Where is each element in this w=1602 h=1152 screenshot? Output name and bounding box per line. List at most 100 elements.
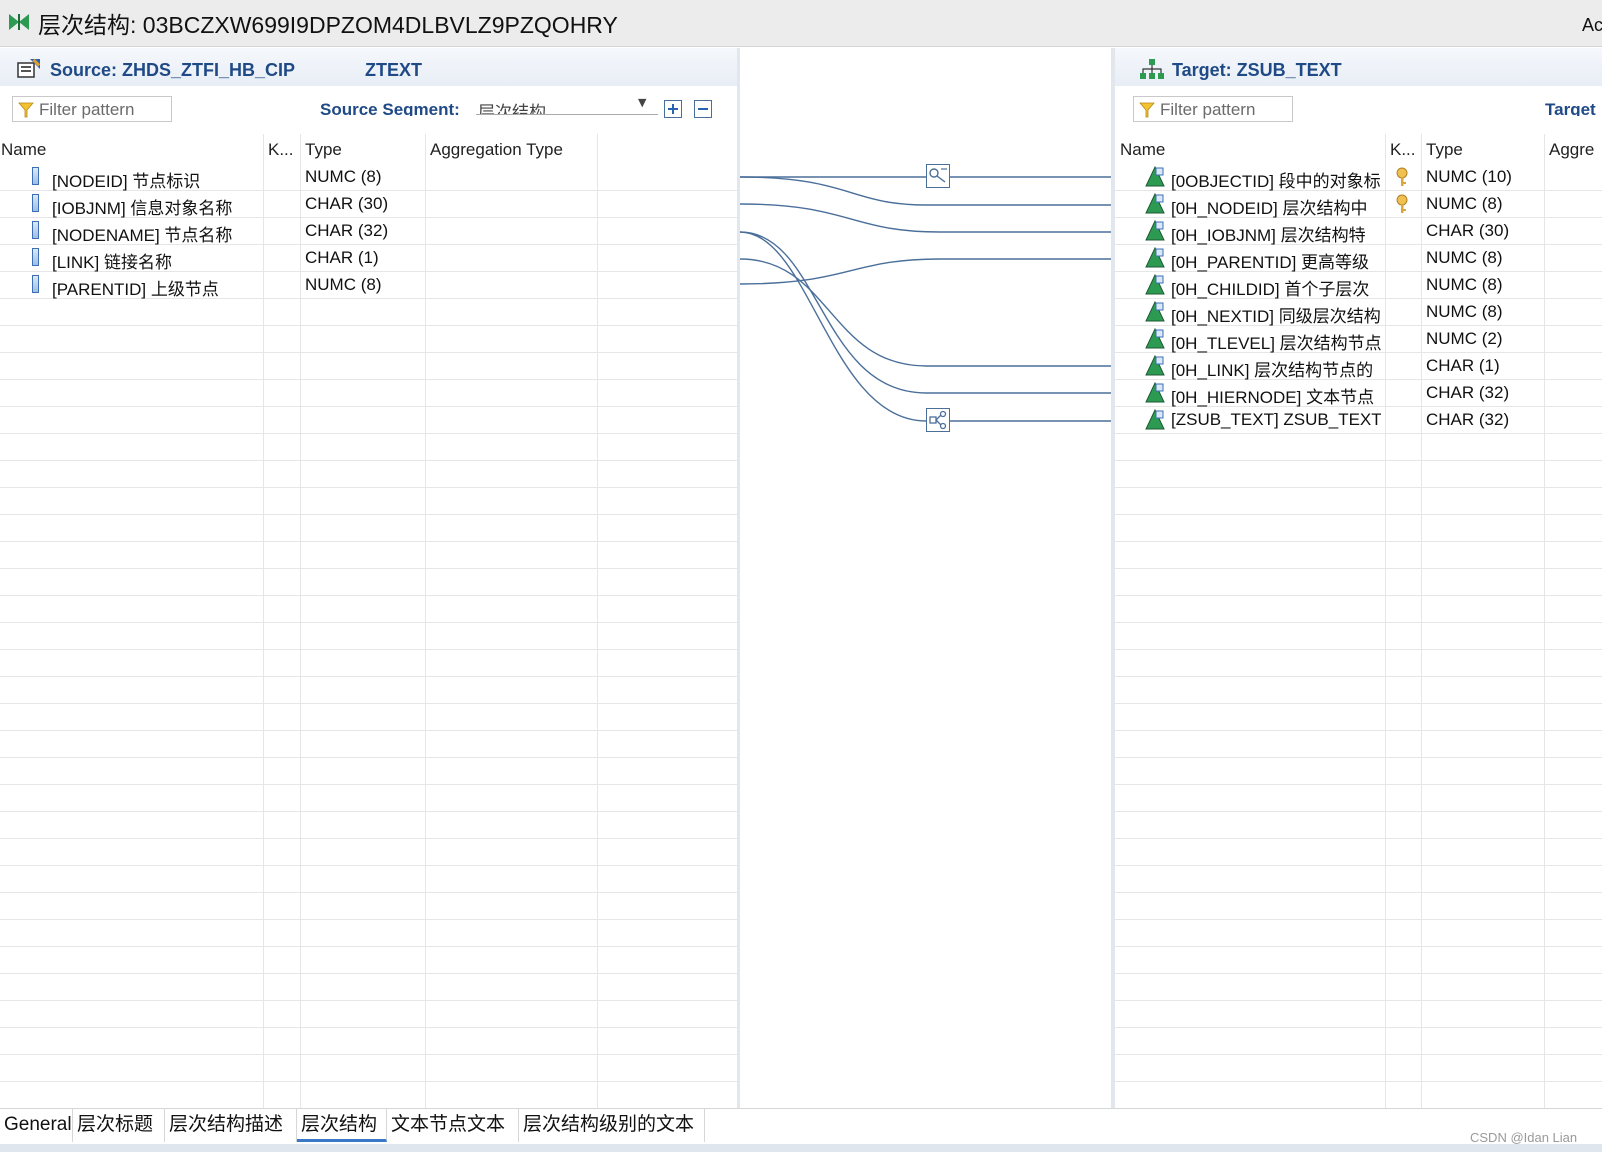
field-icon bbox=[32, 275, 39, 293]
table-row[interactable]: [0H_PARENTID] 更高等级 NUMC (8) bbox=[1115, 245, 1602, 272]
table-row bbox=[0, 488, 737, 515]
rule-key-icon bbox=[929, 168, 947, 183]
table-row bbox=[0, 623, 737, 650]
infoobject-icon bbox=[1145, 219, 1165, 241]
field-type: CHAR (1) bbox=[1426, 356, 1500, 375]
field-name: [PARENTID] 上级节点 bbox=[52, 280, 219, 299]
infoobject-icon bbox=[1145, 408, 1165, 430]
infoobject-icon bbox=[1145, 273, 1165, 295]
table-row bbox=[1115, 920, 1602, 947]
field-type: NUMC (8) bbox=[1426, 275, 1503, 294]
routine-icon bbox=[929, 410, 947, 430]
table-row bbox=[1115, 596, 1602, 623]
table-row bbox=[0, 758, 737, 785]
table-row bbox=[1115, 650, 1602, 677]
source-segment-value: 层次结构 bbox=[478, 103, 546, 115]
table-row bbox=[0, 569, 737, 596]
table-row[interactable]: [ZSUB_TEXT] ZSUB_TEXT CHAR (32) bbox=[1115, 407, 1602, 434]
field-name: [0H_LINK] 层次结构节点的 bbox=[1171, 361, 1374, 380]
table-row bbox=[1115, 785, 1602, 812]
tab-4[interactable]: 文本节点文本 bbox=[387, 1109, 519, 1142]
infoobject-icon bbox=[1145, 354, 1165, 376]
table-row bbox=[0, 677, 737, 704]
source-col-name[interactable]: Name bbox=[1, 140, 46, 160]
tab-0[interactable]: General bbox=[0, 1109, 73, 1142]
table-row[interactable]: [NODEID] 节点标识 NUMC (8) bbox=[0, 164, 737, 191]
table-row bbox=[0, 461, 737, 488]
tab-5[interactable]: 层次结构级别的文本 bbox=[519, 1109, 705, 1142]
table-row bbox=[0, 299, 737, 326]
table-row bbox=[1115, 812, 1602, 839]
source-col-type[interactable]: Type bbox=[305, 140, 342, 160]
target-col-key[interactable]: K... bbox=[1390, 140, 1416, 160]
field-icon bbox=[32, 167, 39, 185]
table-row bbox=[0, 839, 737, 866]
tab-2[interactable]: 层次结构描述 bbox=[165, 1109, 297, 1142]
infoobject-icon bbox=[1145, 192, 1165, 214]
table-row bbox=[0, 893, 737, 920]
field-type: CHAR (30) bbox=[305, 194, 389, 213]
target-pane: Target: ZSUB_TEXT Filter pattern Target … bbox=[1115, 48, 1602, 1130]
table-row[interactable]: [0H_NEXTID] 同级层次结构 NUMC (8) bbox=[1115, 299, 1602, 326]
source-segment-select[interactable]: 层次结构 ▼ bbox=[476, 96, 658, 115]
table-row[interactable]: [LINK] 链接名称 CHAR (1) bbox=[0, 245, 737, 272]
field-name: [0H_HIERNODE] 文本节点 bbox=[1171, 388, 1375, 407]
filter-icon bbox=[18, 102, 34, 118]
table-row[interactable]: [0H_HIERNODE] 文本节点 CHAR (32) bbox=[1115, 380, 1602, 407]
table-row bbox=[1115, 623, 1602, 650]
link-parentid-parentid bbox=[740, 258, 1112, 285]
table-row bbox=[1115, 1001, 1602, 1028]
field-name: [NODENAME] 节点名称 bbox=[52, 226, 233, 245]
field-name: [LINK] 链接名称 bbox=[52, 253, 172, 272]
source-header: Source: ZHDS_ZTFI_HB_CIP ZTEXT bbox=[0, 48, 737, 86]
table-row bbox=[0, 326, 737, 353]
target-col-type[interactable]: Type bbox=[1426, 140, 1463, 160]
table-row bbox=[1115, 1082, 1602, 1109]
table-row[interactable]: [0H_TLEVEL] 层次结构节点 NUMC (2) bbox=[1115, 326, 1602, 353]
field-name: [0H_TLEVEL] 层次结构节点 bbox=[1171, 334, 1381, 353]
table-row bbox=[1115, 434, 1602, 461]
field-type: CHAR (1) bbox=[305, 248, 379, 267]
field-name: [ZSUB_TEXT] ZSUB_TEXT bbox=[1171, 410, 1381, 429]
source-segment-label: Source Segment: bbox=[320, 100, 460, 116]
table-row bbox=[1115, 974, 1602, 1001]
field-type: NUMC (8) bbox=[305, 167, 382, 186]
source-col-key[interactable]: K... bbox=[268, 140, 294, 160]
tab-3[interactable]: 层次结构 bbox=[297, 1109, 387, 1142]
table-row[interactable]: [NODENAME] 节点名称 CHAR (32) bbox=[0, 218, 737, 245]
field-name: [0H_NODEID] 层次结构中 bbox=[1171, 199, 1368, 218]
table-row[interactable]: [0H_IOBJNM] 层次结构特 CHAR (30) bbox=[1115, 218, 1602, 245]
rule-icon[interactable] bbox=[926, 164, 950, 188]
infoobject-icon bbox=[1145, 300, 1165, 322]
window-title: 层次结构: 03BCZXW699I9DPZOM4DLBVLZ9PZQOHRY bbox=[38, 12, 618, 38]
table-row[interactable]: [0H_CHILDID] 首个子层次 NUMC (8) bbox=[1115, 272, 1602, 299]
table-row bbox=[1115, 1055, 1602, 1082]
expand-all-icon[interactable] bbox=[664, 100, 682, 118]
table-row bbox=[0, 974, 737, 1001]
tab-1[interactable]: 层次标题 bbox=[73, 1109, 165, 1142]
table-row[interactable]: [0H_LINK] 层次结构节点的 CHAR (1) bbox=[1115, 353, 1602, 380]
source-subtitle: ZTEXT bbox=[365, 60, 422, 80]
source-col-aggregation[interactable]: Aggregation Type bbox=[430, 140, 563, 160]
source-filter-input[interactable]: Filter pattern bbox=[12, 96, 172, 122]
table-row bbox=[1115, 704, 1602, 731]
link-link-link bbox=[740, 258, 1112, 367]
table-row[interactable]: [0H_NODEID] 层次结构中 NUMC (8) bbox=[1115, 191, 1602, 218]
title-right-label: Ac bbox=[1582, 15, 1602, 35]
target-col-aggregation[interactable]: Aggre bbox=[1549, 140, 1594, 160]
table-row bbox=[1115, 947, 1602, 974]
field-type: CHAR (32) bbox=[1426, 410, 1510, 429]
target-filter-input[interactable]: Filter pattern bbox=[1133, 96, 1293, 122]
table-row bbox=[1115, 542, 1602, 569]
table-row bbox=[0, 515, 737, 542]
rule-routine-icon[interactable] bbox=[926, 408, 950, 432]
target-col-name[interactable]: Name bbox=[1120, 140, 1165, 160]
table-row[interactable]: [PARENTID] 上级节点 NUMC (8) bbox=[0, 272, 737, 299]
field-name: [IOBJNM] 信息对象名称 bbox=[52, 199, 233, 218]
collapse-all-icon[interactable] bbox=[694, 100, 712, 118]
source-field-list: [NODEID] 节点标识 NUMC (8) [IOBJNM] 信息对象名称 CHAR… bbox=[0, 164, 737, 1130]
table-row[interactable]: [IOBJNM] 信息对象名称 CHAR (30) bbox=[0, 191, 737, 218]
field-icon bbox=[32, 248, 39, 266]
source-title: Source: ZHDS_ZTFI_HB_CIP bbox=[50, 60, 296, 80]
table-row[interactable]: [0OBJECTID] 段中的对象标 NUMC (10) bbox=[1115, 164, 1602, 191]
